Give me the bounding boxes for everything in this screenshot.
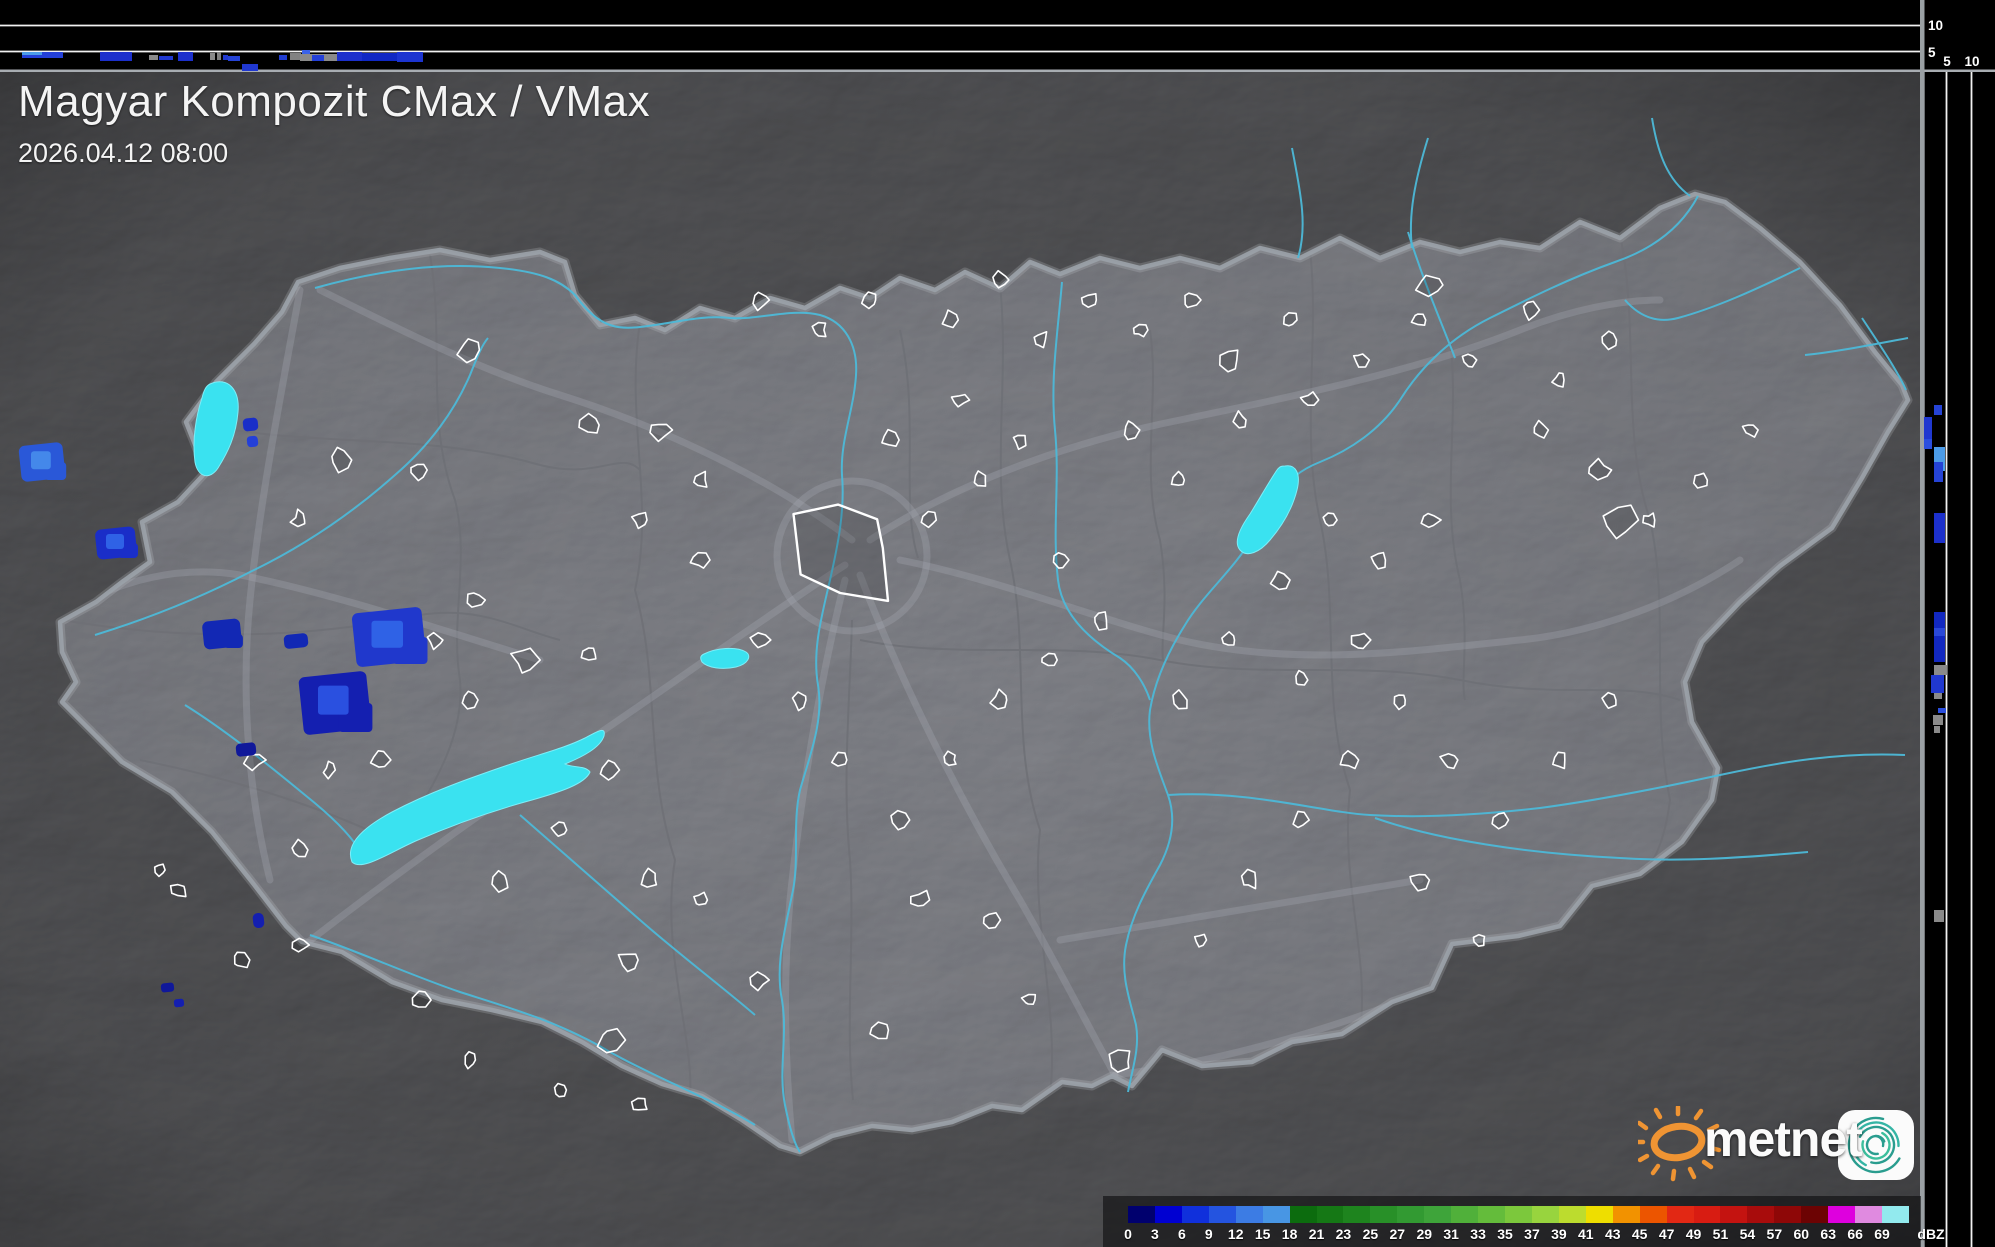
page-title: Magyar Kompozit CMax / VMax xyxy=(18,77,651,126)
dbz-cell xyxy=(1774,1206,1802,1223)
dbz-cell xyxy=(1128,1206,1156,1223)
dbz-tick-label: 25 xyxy=(1362,1226,1379,1242)
dbz-tick-label: 54 xyxy=(1739,1226,1756,1242)
dbz-tick-label: 18 xyxy=(1281,1226,1298,1242)
dbz-unit-label: dBZ xyxy=(1917,1226,1945,1242)
dbz-cell xyxy=(1585,1206,1614,1223)
dbz-tick-label: 47 xyxy=(1658,1226,1675,1242)
dbz-cell xyxy=(1801,1206,1829,1223)
dbz-tick-label: 35 xyxy=(1497,1226,1513,1242)
dbz-tick-label: 27 xyxy=(1389,1226,1406,1242)
dbz-cell xyxy=(1612,1206,1641,1223)
brand-name: metnet xyxy=(1704,1111,1863,1167)
dbz-tick-label: 9 xyxy=(1204,1226,1213,1242)
dbz-cell xyxy=(1882,1206,1910,1223)
dbz-cell xyxy=(1424,1206,1452,1223)
dbz-cell xyxy=(1828,1206,1856,1223)
dbz-cell xyxy=(1316,1206,1344,1223)
dbz-tick-label: 12 xyxy=(1227,1226,1244,1242)
haxis-tick-5: 5 xyxy=(1943,54,1951,69)
dbz-cell xyxy=(1639,1206,1668,1223)
radar-composite-screen: 10 5 5 10 Magyar Kompozit CMax / VMax 20… xyxy=(0,0,1995,1247)
dbz-cell xyxy=(1855,1206,1883,1223)
hungary-radar-map: 10 5 5 10 xyxy=(0,0,1995,1247)
metnet-logo: metnet xyxy=(1638,1106,1948,1186)
dbz-cell xyxy=(1478,1206,1506,1223)
dbz-tick-label: 15 xyxy=(1254,1226,1271,1242)
dbz-cell xyxy=(1397,1206,1425,1223)
dbz-tick-label: 51 xyxy=(1712,1226,1729,1242)
dbz-tick-label: 6 xyxy=(1177,1226,1186,1242)
dbz-tick-label: 39 xyxy=(1551,1226,1567,1242)
title-block: Magyar Kompozit CMax / VMax 2026.04.12 0… xyxy=(18,80,650,169)
dbz-cell xyxy=(1208,1206,1237,1223)
dbz-cell xyxy=(1262,1206,1291,1223)
dbz-cell xyxy=(1558,1206,1587,1223)
dbz-tick-label: 3 xyxy=(1151,1226,1159,1242)
dbz-cell xyxy=(1181,1206,1210,1223)
dbz-tick-label: 21 xyxy=(1308,1226,1325,1242)
dbz-tick-label: 31 xyxy=(1443,1226,1459,1242)
dbz-tick-label: 23 xyxy=(1335,1226,1352,1242)
dbz-cell xyxy=(1666,1206,1695,1223)
dbz-tick-label: 41 xyxy=(1578,1226,1594,1242)
dbz-tick-label: 66 xyxy=(1847,1226,1863,1242)
dbz-tick-label: 0 xyxy=(1124,1226,1132,1242)
dbz-tick-label: 49 xyxy=(1685,1226,1702,1242)
terrain-layer xyxy=(0,0,1995,1247)
vaxis-tick-5: 5 xyxy=(1928,45,1936,60)
dbz-cell xyxy=(1505,1206,1533,1223)
dbz-cell xyxy=(1370,1206,1398,1223)
dbz-tick-label: 63 xyxy=(1820,1226,1836,1242)
haxis-tick-10: 10 xyxy=(1964,54,1979,69)
dbz-cell xyxy=(1720,1206,1748,1223)
dbz-tick-label: 45 xyxy=(1631,1226,1648,1242)
dbz-tick-label: 33 xyxy=(1470,1226,1486,1242)
dbz-tick-label: 37 xyxy=(1524,1226,1540,1242)
dbz-cell xyxy=(1531,1206,1560,1223)
dbz-cell xyxy=(1451,1206,1479,1223)
timestamp: 2026.04.12 08:00 xyxy=(18,138,229,168)
dbz-legend: 0 3 6 9 12 15 18 21 23 25 27 29 31 33 35 37 39 41 43 45 47 49… xyxy=(1103,1196,1945,1247)
dbz-tick-label: 57 xyxy=(1766,1226,1783,1242)
dbz-cell xyxy=(1343,1206,1371,1223)
vaxis-tick-10: 10 xyxy=(1928,18,1943,33)
dbz-tick-label: 43 xyxy=(1604,1226,1621,1242)
dbz-cell xyxy=(1289,1206,1317,1223)
dbz-cell xyxy=(1693,1206,1721,1223)
dbz-tick-label: 29 xyxy=(1416,1226,1433,1242)
dbz-cell xyxy=(1747,1206,1775,1223)
dbz-cell xyxy=(1154,1206,1183,1223)
dbz-cell xyxy=(1235,1206,1264,1223)
dbz-tick-label: 60 xyxy=(1793,1226,1810,1242)
dbz-tick-label: 69 xyxy=(1874,1226,1890,1242)
